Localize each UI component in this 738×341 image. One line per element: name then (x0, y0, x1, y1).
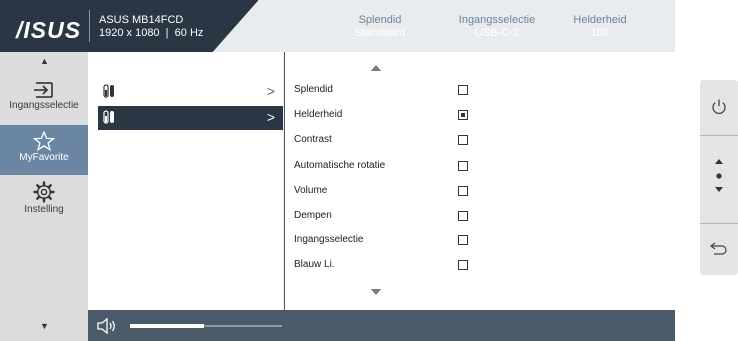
volume-bar (88, 310, 675, 341)
option-label: Dempen (294, 210, 332, 221)
checkbox[interactable] (458, 161, 468, 171)
sidebar-item-myfavorite[interactable]: MyFavorite (0, 125, 88, 175)
header-stat-splendid: Splendid Standaard (340, 14, 420, 40)
sidebar-item-instelling[interactable]: Instelling (0, 175, 88, 225)
favorite-shortcut-list: > > (88, 52, 283, 310)
volume-slider[interactable] (130, 324, 282, 328)
option-label: Ingangsselectie (294, 234, 364, 245)
shortcut-options-list: Splendid Helderheid Contrast Automatisch… (284, 52, 478, 310)
scroll-down-icon[interactable]: ▼ (40, 321, 49, 331)
option-automatische-rotatie[interactable]: Automatische rotatie (294, 158, 469, 176)
option-volume[interactable]: Volume (294, 183, 469, 201)
scroll-up-icon[interactable] (371, 65, 381, 71)
sidebar-item-label: Ingangsselectie (9, 100, 79, 111)
shortcut-item-2[interactable]: > (98, 106, 283, 130)
main-menu-sidebar: ▲ Ingangsselectie MyFavorite Instelling (0, 52, 88, 310)
model-name: ASUS MB14FCD (99, 14, 184, 26)
option-label: Blauw Li. (294, 259, 335, 270)
checkbox[interactable] (458, 211, 468, 221)
scroll-down-icon[interactable] (371, 289, 381, 295)
option-helderheid[interactable]: Helderheid (294, 107, 469, 125)
scroll-up-icon[interactable]: ▲ (40, 56, 49, 66)
gear-icon (33, 181, 55, 203)
chevron-right-icon: > (266, 109, 275, 125)
star-icon (33, 131, 55, 151)
sidebar-item-ingangsselectie[interactable]: Ingangsselectie (0, 75, 88, 125)
sidebar-item-label: Instelling (24, 204, 64, 215)
checkbox[interactable] (458, 135, 468, 145)
stat-value: 100 (590, 27, 610, 39)
volume-slider-fill (130, 324, 205, 328)
option-blauw-licht[interactable]: Blauw Li. (294, 257, 469, 275)
osd-menu: /ISUS ASUS MB14FCD 1920 x 1080 | 60 Hz S… (0, 0, 675, 341)
checkbox[interactable] (458, 186, 468, 196)
option-label: Splendid (294, 84, 333, 95)
refresh-rate: 60 Hz (174, 27, 204, 39)
back-button[interactable] (700, 230, 738, 268)
option-splendid[interactable]: Splendid (294, 82, 469, 100)
divider (700, 135, 738, 136)
header-stat-brightness: Helderheid 100 (565, 14, 635, 40)
stat-label: Splendid (358, 14, 402, 26)
power-button[interactable] (700, 90, 738, 128)
option-ingangsselectie[interactable]: Ingangsselectie (294, 232, 469, 250)
header-bar: /ISUS ASUS MB14FCD 1920 x 1080 | 60 Hz S… (0, 0, 675, 52)
option-label: Helderheid (294, 109, 343, 120)
divider (700, 223, 738, 224)
sidebar-item-label: MyFavorite (19, 152, 69, 163)
stat-value: Standaard (354, 27, 406, 39)
sidebar-footer: ▼ (0, 310, 88, 341)
detail-panel (477, 52, 675, 310)
back-icon (710, 242, 727, 255)
stat-label: Helderheid (573, 14, 627, 26)
speaker-icon (97, 317, 115, 335)
shortcut-item-1[interactable]: > (98, 80, 283, 104)
header-divider (89, 10, 90, 42)
power-icon (712, 99, 726, 115)
asus-logo: /ISUS (16, 17, 82, 43)
checkbox[interactable] (458, 235, 468, 245)
shortcut-2-icon (103, 110, 114, 124)
option-label: Automatische rotatie (294, 160, 386, 171)
checkbox[interactable] (458, 110, 468, 120)
resolution: 1920 x 1080 (99, 27, 160, 39)
navigate-icon (715, 159, 723, 192)
header-stat-input: Ingangsselectie USB-C-2 (452, 14, 542, 40)
option-dempen[interactable]: Dempen (294, 208, 469, 226)
input-icon (34, 82, 53, 98)
option-label: Volume (294, 185, 328, 196)
navigate-button[interactable] (700, 142, 738, 208)
checkbox[interactable] (458, 85, 468, 95)
model-info: ASUS MB14FCD 1920 x 1080 | 60 Hz (99, 14, 204, 39)
monitor-button-panel (700, 80, 738, 275)
shortcut-1-icon (103, 84, 114, 98)
checkbox[interactable] (458, 260, 468, 270)
stat-label: Ingangsselectie (458, 14, 536, 26)
option-contrast[interactable]: Contrast (294, 132, 469, 150)
chevron-right-icon: > (266, 83, 275, 99)
option-label: Contrast (294, 134, 332, 145)
stat-value: USB-C-2 (474, 27, 519, 39)
